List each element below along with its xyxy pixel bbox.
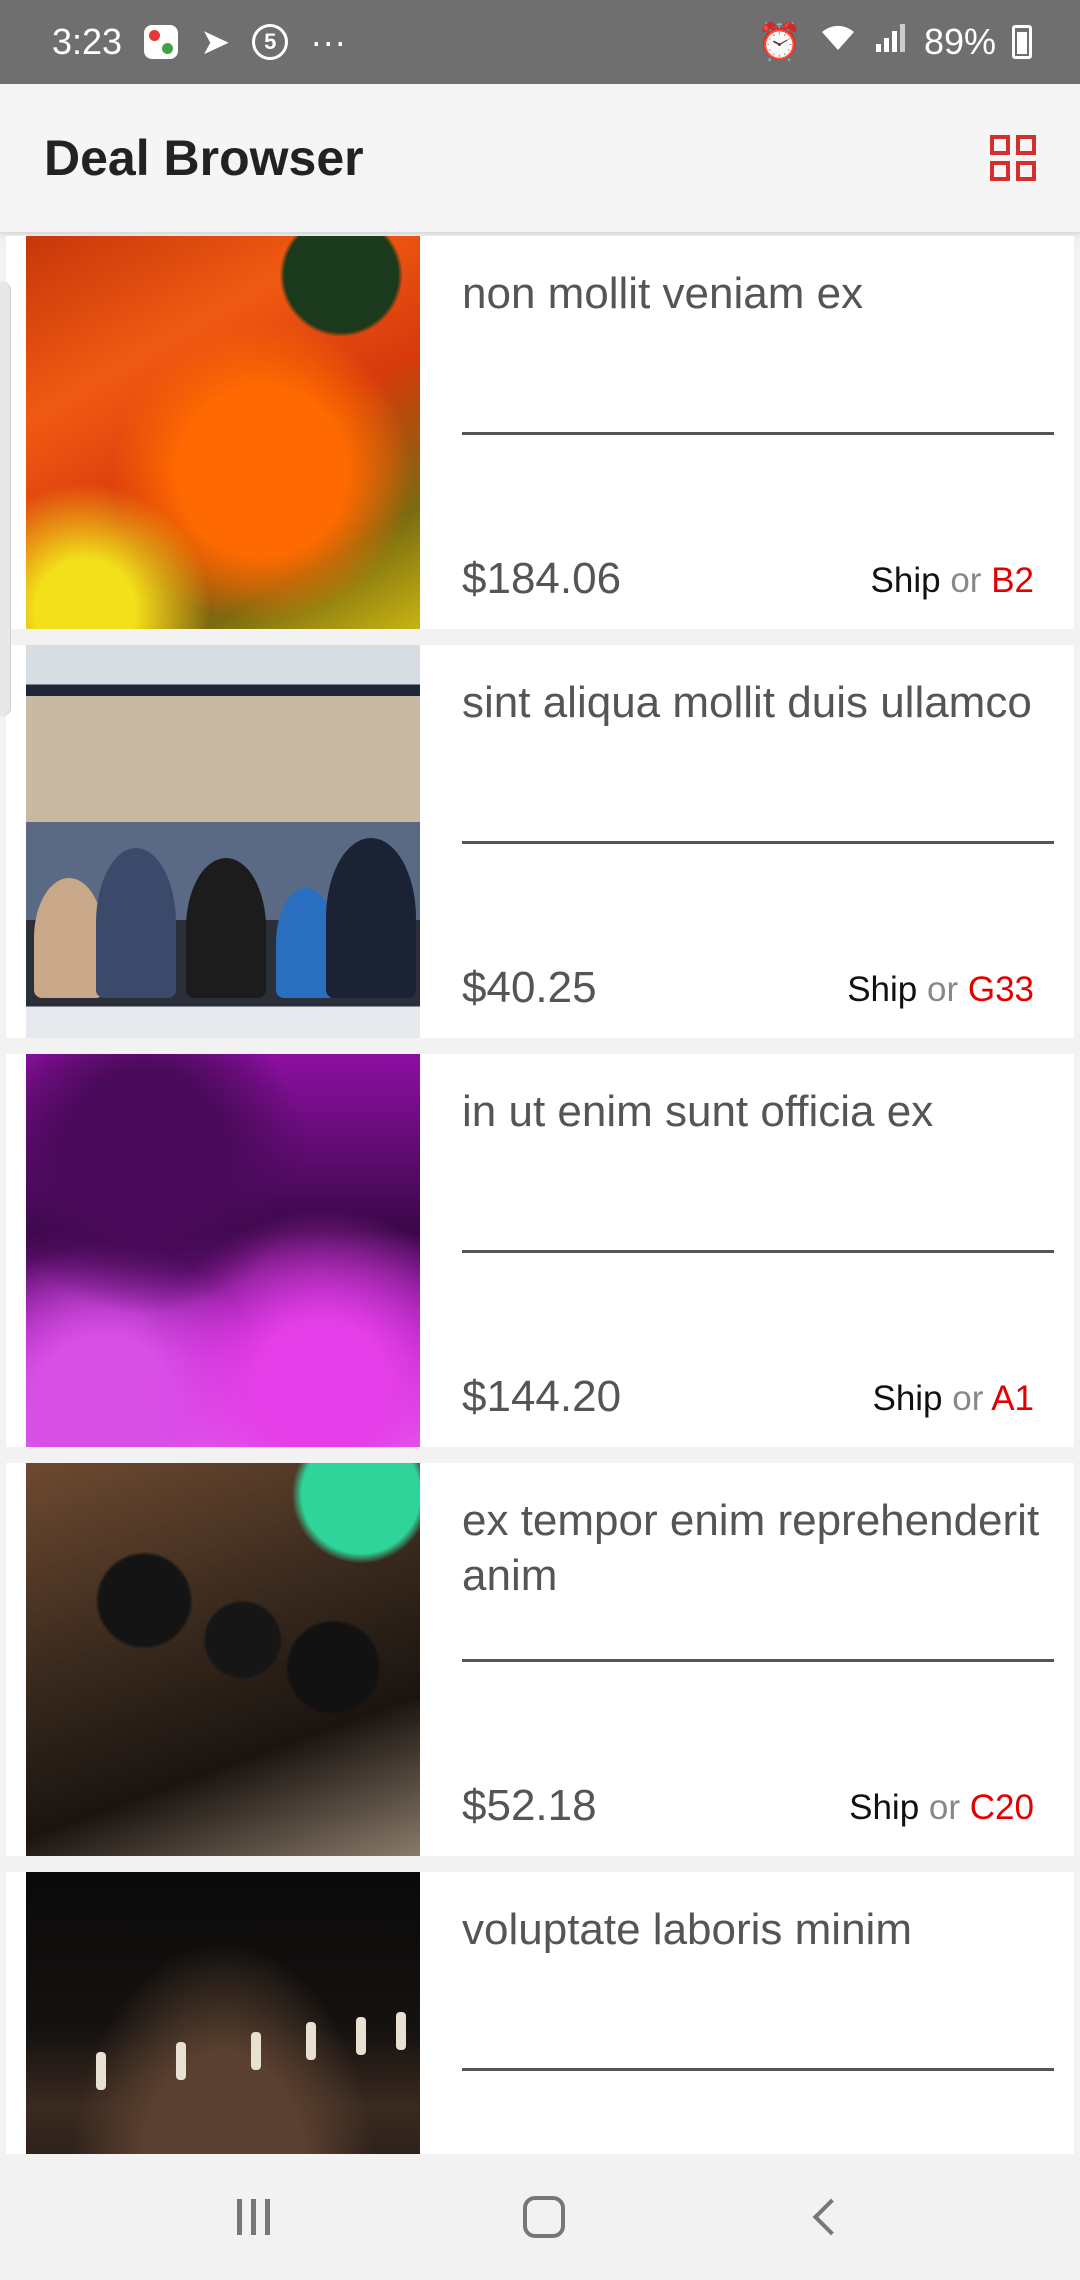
navigation-bar xyxy=(0,2154,1080,2280)
back-icon[interactable] xyxy=(812,2198,849,2236)
deal-code: G33 xyxy=(967,970,1034,1009)
or-label: or xyxy=(950,561,982,600)
deal-image xyxy=(26,1054,420,1447)
alarm-icon: ⏰ xyxy=(757,21,802,62)
more-notifications-icon: ··· xyxy=(310,21,347,62)
deal-ship-info: Ship or B2 xyxy=(871,561,1034,601)
deal-price: $184.06 xyxy=(462,554,622,603)
or-label: or xyxy=(926,970,959,1009)
deal-price: $144.20 xyxy=(462,1372,622,1421)
deal-divider xyxy=(462,432,1054,435)
status-bar: 3:23 ➤ 5 ··· ⏰ 89% xyxy=(0,0,1080,84)
or-label: or xyxy=(928,1788,961,1827)
ship-label: Ship xyxy=(849,1788,920,1827)
app-title: Deal Browser xyxy=(44,130,364,186)
deal-divider xyxy=(462,1250,1054,1253)
status-time: 3:23 xyxy=(52,21,123,62)
deal-ship-info: Ship or A1 xyxy=(872,1379,1034,1419)
deal-divider xyxy=(462,2068,1054,2071)
deal-code: C20 xyxy=(969,1788,1034,1827)
ship-label: Ship xyxy=(870,561,941,600)
scroll-edge-handle[interactable] xyxy=(0,282,10,716)
deal-divider xyxy=(462,1659,1054,1662)
ship-label: Ship xyxy=(847,970,918,1009)
deal-card[interactable]: ex tempor enim reprehenderit anim $52.18… xyxy=(6,1463,1074,1856)
deal-ship-info: Ship or G33 xyxy=(847,970,1034,1010)
deal-image xyxy=(26,1463,420,1856)
deal-code: A1 xyxy=(991,1379,1034,1418)
deal-image xyxy=(26,1872,420,2154)
signal-icon xyxy=(874,21,908,63)
home-icon[interactable] xyxy=(522,2196,565,2238)
deal-card[interactable]: voluptate laboris minim xyxy=(6,1872,1074,2154)
deal-title: ex tempor enim reprehenderit anim xyxy=(462,1496,1040,1600)
deal-ship-info: Ship or C20 xyxy=(849,1788,1034,1828)
deal-card[interactable]: in ut enim sunt officia ex $144.20 Ship … xyxy=(6,1054,1074,1447)
deal-card[interactable]: sint aliqua mollit duis ullamco $40.25 S… xyxy=(6,645,1074,1038)
deal-list[interactable]: non mollit veniam ex $184.06 Ship or B2 … xyxy=(0,236,1080,2154)
wifi-icon xyxy=(818,21,858,63)
deal-price: $40.25 xyxy=(462,963,597,1012)
or-label: or xyxy=(952,1379,984,1418)
play-notification-icon: ➤ xyxy=(200,21,231,62)
app-bar: Deal Browser xyxy=(0,84,1080,234)
photos-notification-icon xyxy=(144,25,179,59)
deal-title: voluptate laboris minim xyxy=(462,1905,912,1954)
ship-label: Ship xyxy=(872,1379,943,1418)
deal-image xyxy=(26,645,420,1038)
five-notification-icon: 5 xyxy=(252,24,289,60)
battery-percent: 89% xyxy=(923,21,996,62)
recents-icon[interactable] xyxy=(236,2199,270,2235)
battery-icon xyxy=(1012,25,1032,59)
deal-price: $52.18 xyxy=(462,1781,597,1830)
deal-title: sint aliqua mollit duis ullamco xyxy=(462,678,1032,727)
deal-image xyxy=(26,236,420,629)
deal-card[interactable]: non mollit veniam ex $184.06 Ship or B2 xyxy=(6,236,1074,629)
deal-divider xyxy=(462,841,1054,844)
deal-title: non mollit veniam ex xyxy=(462,269,864,318)
deal-title: in ut enim sunt officia ex xyxy=(462,1087,934,1136)
grid-view-icon[interactable] xyxy=(990,135,1036,181)
deal-code: B2 xyxy=(991,561,1034,600)
